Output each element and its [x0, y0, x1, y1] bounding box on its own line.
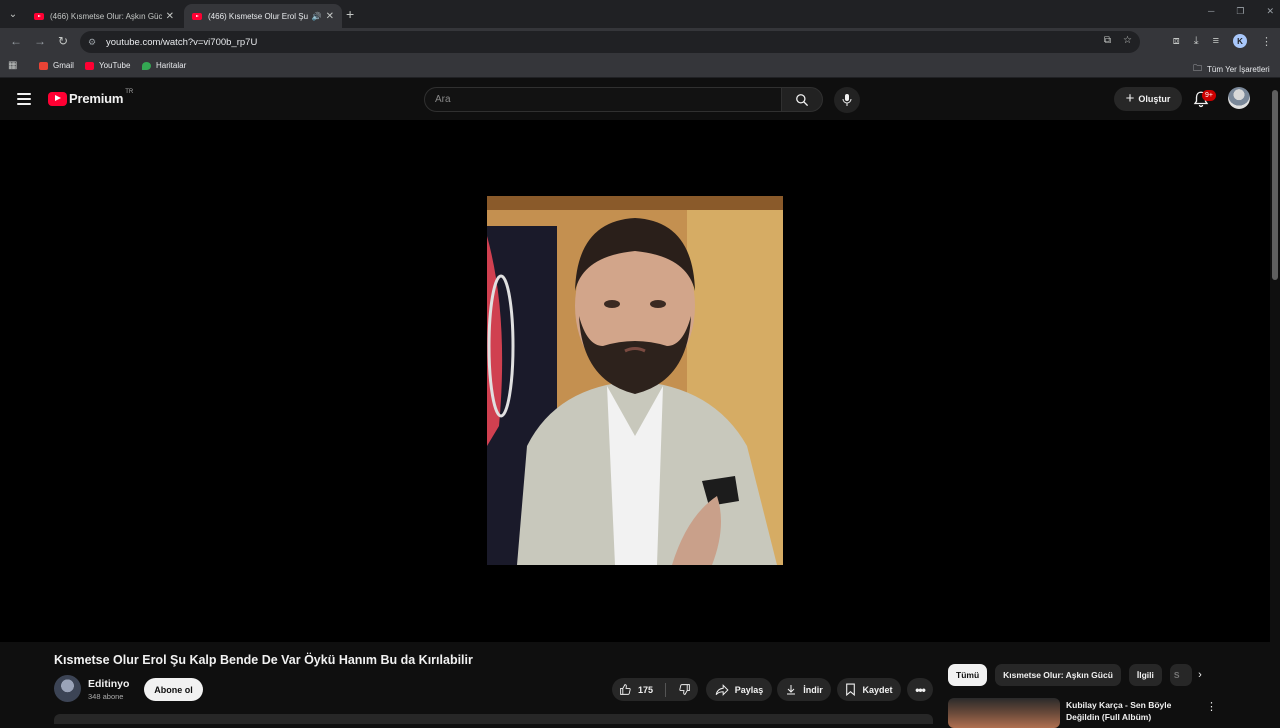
logo-text: Premium [69, 91, 124, 106]
thumbs-down-icon[interactable] [678, 683, 691, 696]
site-info-icon[interactable]: ⚙ [88, 37, 98, 47]
description-box[interactable] [54, 714, 933, 724]
like-divider [665, 682, 667, 697]
profile-avatar[interactable]: K [1233, 34, 1247, 48]
bookmarks-bar: ▦ Gmail YouTube Haritalar 🗀 Tüm Yer İşar… [0, 56, 1280, 78]
search-icon [796, 93, 808, 106]
folder-icon: 🗀 [1193, 63, 1203, 73]
address-bar[interactable]: ⚙ youtube.com/watch?v=vi700b_rp7U ⧉ ☆ [80, 31, 1140, 53]
microphone-icon [842, 94, 852, 106]
media-control-icon[interactable]: ≡ [1213, 35, 1219, 47]
related-chips: Tümü Kısmetse Olur: Aşkın Gücü İlgili S [948, 664, 1192, 686]
more-actions-button[interactable]: ••• [907, 678, 933, 701]
browser-tab-2[interactable]: (466) Kısmetse Olur Erol Şu 🔊 ✕ [184, 4, 342, 28]
chip-series[interactable]: Kısmetse Olur: Aşkın Gücü [995, 664, 1121, 686]
new-tab-button[interactable]: + [346, 6, 354, 22]
apps-grid-icon[interactable]: ▦ [8, 60, 17, 71]
logo-region: TR [125, 88, 134, 95]
bookmark-label: Haritalar [156, 61, 187, 70]
scrollbar-thumb[interactable] [1272, 90, 1278, 280]
youtube-logo-icon [48, 91, 67, 106]
extensions-icon[interactable]: ⧈ [1173, 35, 1180, 48]
downloads-icon[interactable]: ⤓ [1194, 35, 1199, 48]
share-label: Paylaş [734, 684, 764, 695]
account-avatar[interactable] [1228, 87, 1250, 109]
youtube-favicon-icon [192, 12, 202, 20]
more-vertical-icon[interactable]: ⋮ [1206, 700, 1217, 713]
youtube-masthead: Premium TR Ara + Oluştur [0, 78, 1280, 120]
notifications-badge: 9+ [1202, 90, 1216, 101]
channel-name[interactable]: Editinyo [88, 678, 129, 690]
tab-close-icon[interactable]: ✕ [166, 11, 174, 22]
close-window-icon[interactable]: ✕ [1266, 6, 1274, 17]
minimize-icon[interactable]: ─ [1208, 6, 1214, 17]
window-controls: ─ ❐ ✕ [1208, 6, 1274, 17]
chevron-right-icon[interactable]: › [1192, 667, 1208, 683]
chip-more[interactable]: S [1169, 664, 1192, 686]
tab-close-icon[interactable]: ✕ [326, 11, 334, 22]
video-frame-image [487, 196, 783, 565]
forward-icon[interactable]: → [34, 34, 46, 48]
browser-tab-1[interactable]: (466) Kısmetse Olur: Aşkın Gücü ✕ [26, 4, 182, 28]
install-app-icon[interactable]: ⧉ [1104, 35, 1111, 46]
restore-icon[interactable]: ❐ [1236, 6, 1244, 17]
voice-search-button[interactable] [834, 87, 860, 113]
speaker-icon[interactable]: 🔊 [312, 12, 322, 21]
bookmark-icon [846, 683, 856, 696]
tab-title: (466) Kısmetse Olur Erol Şu [208, 11, 308, 21]
chip-all[interactable]: Tümü [948, 664, 988, 686]
chip-related[interactable]: İlgili [1128, 664, 1162, 686]
browser-toolbar: ← → ↻ ⚙ youtube.com/watch?v=vi700b_rp7U … [0, 28, 1280, 56]
search-button[interactable] [781, 87, 823, 112]
video-frame[interactable] [487, 196, 783, 565]
gmail-icon [39, 61, 48, 70]
plus-icon: + [1125, 90, 1135, 107]
share-button[interactable]: Paylaş [706, 678, 772, 701]
browser-menu-icon[interactable]: ⋮ [1261, 35, 1272, 48]
video-player[interactable] [0, 120, 1270, 642]
all-bookmarks[interactable]: 🗀 Tüm Yer İşaretleri [1193, 61, 1270, 77]
more-horizontal-icon: ••• [915, 682, 926, 697]
like-dislike-group: 175 [612, 678, 698, 701]
search-input[interactable]: Ara [424, 87, 782, 112]
back-icon[interactable]: ← [10, 34, 22, 48]
search-placeholder: Ara [435, 94, 451, 105]
share-icon [715, 683, 729, 696]
all-bookmarks-label: Tüm Yer İşaretleri [1207, 64, 1270, 74]
create-label: Oluştur [1138, 94, 1171, 104]
tab-search-icon[interactable]: ⌄ [4, 5, 22, 23]
recommendation-thumbnail[interactable] [948, 698, 1060, 728]
reload-icon[interactable]: ↻ [58, 34, 68, 48]
tab-title: (466) Kısmetse Olur: Aşkın Gücü [50, 11, 162, 21]
youtube-favicon-icon [34, 12, 44, 20]
bookmark-gmail[interactable]: Gmail [39, 61, 74, 70]
subscribe-button[interactable]: Abone ol [144, 678, 203, 701]
maps-icon [142, 61, 151, 70]
page-scrollbar[interactable] [1270, 78, 1280, 720]
youtube-premium-logo[interactable]: Premium TR [48, 88, 134, 106]
save-label: Kaydet [862, 684, 893, 695]
recommendation-title[interactable]: Kubilay Karça - Sen Böyle Değildin (Full… [1066, 699, 1186, 723]
youtube-icon [85, 61, 94, 70]
bookmark-maps[interactable]: Haritalar [142, 61, 186, 70]
save-button[interactable]: Kaydet [837, 678, 901, 701]
bookmark-youtube[interactable]: YouTube [85, 61, 130, 70]
channel-avatar[interactable] [54, 675, 81, 702]
download-button[interactable]: İndir [777, 678, 831, 701]
download-label: İndir [803, 684, 823, 695]
subscriber-count: 348 abone [88, 692, 124, 701]
create-button[interactable]: + Oluştur [1114, 87, 1182, 111]
browser-tab-strip: ⌄ (466) Kısmetse Olur: Aşkın Gücü ✕ (466… [0, 0, 1280, 28]
url-text: youtube.com/watch?v=vi700b_rp7U [106, 36, 258, 48]
like-count[interactable]: 175 [638, 685, 653, 695]
bookmark-label: Gmail [53, 61, 74, 70]
thumbs-up-icon[interactable] [619, 683, 632, 696]
video-title: Kısmetse Olur Erol Şu Kalp Bende De Var … [54, 653, 473, 667]
bookmark-label: YouTube [99, 61, 131, 70]
download-icon [787, 685, 796, 695]
bookmark-star-icon[interactable]: ☆ [1123, 35, 1132, 46]
guide-menu-icon[interactable] [17, 93, 31, 105]
